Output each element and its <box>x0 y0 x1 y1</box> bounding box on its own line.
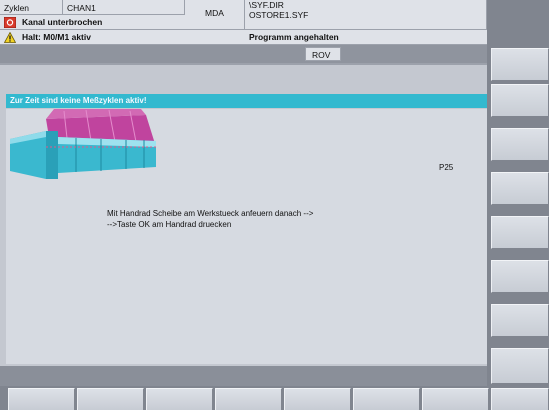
header-right-area <box>487 0 549 30</box>
alarm-icon <box>4 17 16 28</box>
horizontal-softkey-5[interactable] <box>284 388 351 410</box>
rov-indicator: ROV <box>305 47 341 61</box>
parameter-label: P25 <box>439 163 454 172</box>
program-status-text: Programm angehalten <box>249 32 339 42</box>
cycle-info-text: Zur Zeit sind keine Meßzyklen aktiv! <box>10 96 147 105</box>
horizontal-softkey-8[interactable] <box>491 388 549 410</box>
warning-icon <box>4 32 16 43</box>
program-file: OSTORE1.SYF <box>249 9 309 20</box>
vertical-softkey-7[interactable] <box>491 304 549 337</box>
mode-label: MDA <box>205 8 224 18</box>
area-label: Zyklen <box>4 3 30 13</box>
instruction-line-1: Mit Handrad Scheibe am Werkstueck anfeue… <box>107 209 314 218</box>
vertical-softkey-6[interactable] <box>491 260 549 293</box>
grinding-wheel-graphic <box>10 109 156 179</box>
channel-label: CHAN1 <box>67 3 96 13</box>
horizontal-softkey-2[interactable] <box>77 388 144 410</box>
horizontal-softkey-7[interactable] <box>422 388 489 410</box>
instruction-line-2: -->Taste OK am Handrad druecken <box>107 220 232 229</box>
status-dark-right <box>487 30 549 48</box>
horizontal-softkey-3[interactable] <box>146 388 213 410</box>
vertical-softkey-8[interactable] <box>491 348 549 384</box>
vertical-softkey-2[interactable] <box>491 84 549 117</box>
horizontal-softkey-1[interactable] <box>8 388 75 410</box>
program-path-field: \SYF.DIR OSTORE1.SYF <box>245 0 487 30</box>
stop-reason-row: Halt: M0/M1 aktiv <box>0 30 245 45</box>
main-panel: P25 Mit Handrad Scheibe am Werkstueck an… <box>6 109 487 364</box>
channel-status-row: Kanal unterbrochen <box>0 15 185 30</box>
channel-field: CHAN1 <box>63 0 185 15</box>
horizontal-softkey-6[interactable] <box>353 388 420 410</box>
vertical-softkey-5[interactable] <box>491 216 549 249</box>
panel-bottom-bar <box>0 366 487 388</box>
status-dark-area <box>0 45 487 63</box>
hmi-screen: Zyklen CHAN1 MDA \SYF.DIR OSTORE1.SYF Ka… <box>0 0 549 410</box>
cycle-info-banner: Zur Zeit sind keine Meßzyklen aktiv! <box>6 94 487 108</box>
mode-field: MDA <box>185 0 245 30</box>
area-field: Zyklen <box>0 0 63 15</box>
channel-status-text: Kanal unterbrochen <box>22 17 103 27</box>
horizontal-softkey-4[interactable] <box>215 388 282 410</box>
header-separator <box>0 63 487 65</box>
vertical-softkey-4[interactable] <box>491 172 549 205</box>
vertical-softkey-3[interactable] <box>491 128 549 161</box>
stop-reason-text: Halt: M0/M1 aktiv <box>22 32 91 42</box>
rov-text: ROV <box>312 50 331 60</box>
vertical-softkey-1[interactable] <box>491 48 549 81</box>
program-status-row: Programm angehalten <box>245 30 487 45</box>
